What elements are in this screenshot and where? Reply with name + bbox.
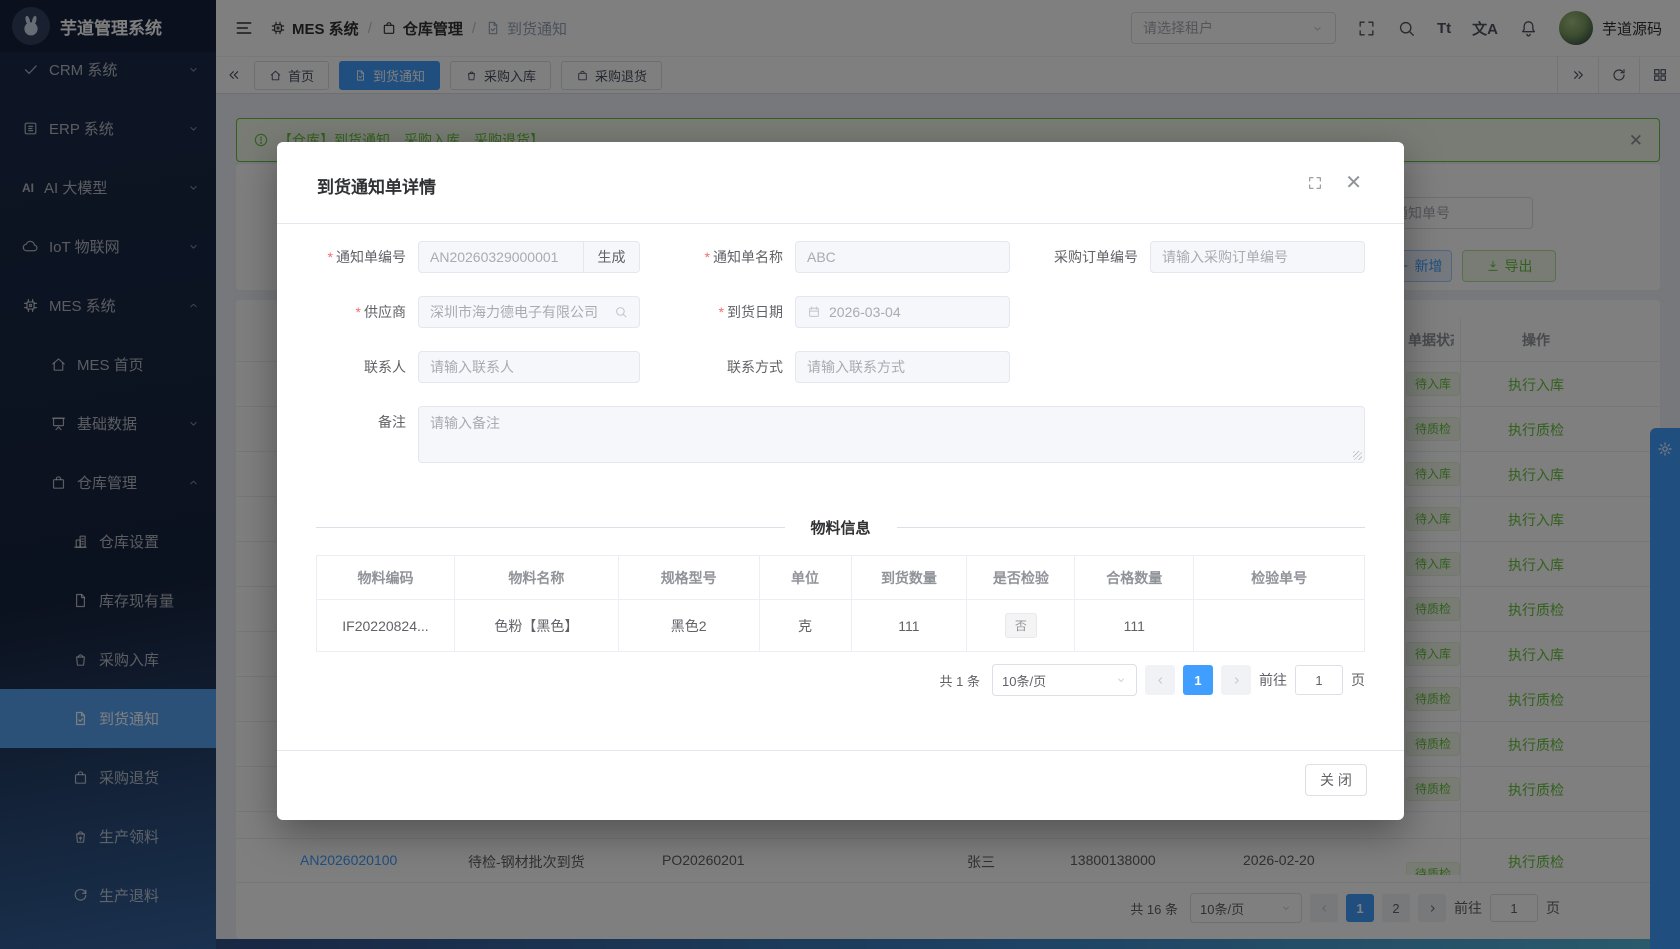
goto-page-input[interactable]	[1295, 665, 1343, 695]
remark-textarea[interactable]: 请输入备注	[418, 406, 1365, 463]
po-no-label: 采购订单编号	[1010, 241, 1150, 273]
dialog-fullscreen-icon[interactable]	[1307, 175, 1323, 191]
close-button[interactable]: 关 闭	[1305, 764, 1367, 796]
material-table: 物料编码物料名称规格型号单位到货数量是否检验合格数量检验单号 IF20220824…	[316, 555, 1365, 652]
material-cell: 克	[759, 600, 851, 652]
material-column-header: 物料名称	[454, 556, 618, 600]
supplier-input[interactable]: 深圳市海力德电子有限公司	[418, 296, 640, 328]
page-unit-label: 页	[1351, 670, 1365, 690]
notice-name-label: *通知单名称	[640, 241, 795, 273]
material-column-header: 单位	[759, 556, 851, 600]
material-cell	[1194, 600, 1365, 652]
material-column-header: 规格型号	[618, 556, 759, 600]
dialog-tools: ✕	[1307, 175, 1362, 191]
dialog-header-divider	[277, 223, 1404, 224]
supplier-label: *供应商	[316, 296, 418, 328]
contact-way-label: 联系方式	[640, 351, 795, 383]
material-section-divider: 物料信息	[316, 517, 1365, 538]
chevron-down-icon	[1115, 674, 1127, 686]
page-size-select[interactable]: 10条/页	[992, 664, 1137, 696]
page-number-button[interactable]: 1	[1183, 665, 1213, 695]
material-cell: 黑色2	[618, 600, 759, 652]
material-column-header: 检验单号	[1194, 556, 1365, 600]
material-cell: 色粉【黑色】	[454, 600, 618, 652]
notice-no-label: *通知单编号	[316, 241, 418, 273]
material-cell: IF20220824...	[317, 600, 455, 652]
contact-input[interactable]: 请输入联系人	[418, 351, 640, 383]
material-column-header: 物料编码	[317, 556, 455, 600]
material-column-header: 到货数量	[851, 556, 967, 600]
inspect-flag-badge: 否	[1005, 613, 1037, 638]
notice-no-input[interactable]: AN20260329000001 生成	[418, 241, 640, 273]
material-cell: 111	[1075, 600, 1194, 652]
material-cell: 否	[967, 600, 1075, 652]
po-no-input[interactable]: 请输入采购订单编号	[1150, 241, 1365, 273]
material-column-header: 合格数量	[1075, 556, 1194, 600]
dialog-title: 到货通知单详情	[317, 173, 436, 198]
arrival-date-input[interactable]: 2026-03-04	[795, 296, 1010, 328]
calendar-icon	[807, 305, 821, 319]
material-cell: 111	[851, 600, 967, 652]
contact-label: 联系人	[316, 351, 418, 383]
arrival-date-label: *到货日期	[640, 296, 795, 328]
screen: 芋道管理系统 CRM 系统ERP 系统AIAI 大模型IoT 物联网MES 系统…	[0, 0, 1680, 949]
material-table-pagination: 共 1 条 10条/页 1 前往 页	[940, 664, 1365, 696]
dialog-close-icon[interactable]: ✕	[1345, 175, 1362, 191]
material-section-title: 物料信息	[811, 517, 871, 538]
notice-form: *通知单编号 AN20260329000001 生成 *通知单名称 ABC 采购…	[316, 241, 1365, 463]
material-row: IF20220824...色粉【黑色】黑色2克111否111	[317, 600, 1365, 652]
remark-label: 备注	[316, 406, 418, 438]
arrival-notice-detail-dialog: 到货通知单详情 ✕ *通知单编号 AN20260329000001 生成 *通知…	[277, 142, 1404, 820]
pagination-total: 共 1 条	[940, 671, 980, 690]
notice-name-input[interactable]: ABC	[795, 241, 1010, 273]
material-column-header: 是否检验	[967, 556, 1075, 600]
dialog-footer-divider	[277, 750, 1404, 751]
contact-way-input[interactable]: 请输入联系方式	[795, 351, 1010, 383]
goto-label: 前往	[1259, 670, 1287, 690]
prev-page-button[interactable]	[1145, 665, 1175, 695]
generate-button[interactable]: 生成	[583, 242, 639, 272]
next-page-button[interactable]	[1221, 665, 1251, 695]
search-icon[interactable]	[614, 305, 628, 319]
